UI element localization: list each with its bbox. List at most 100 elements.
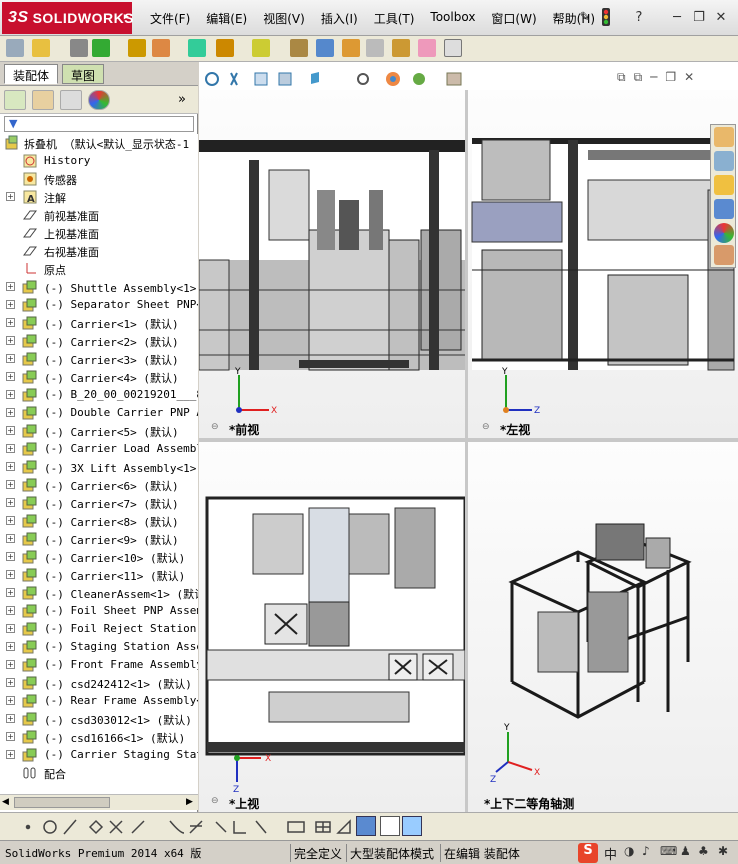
ime-language[interactable]: 中 [604, 844, 617, 863]
tree-item[interactable]: + (-) Carrier<10> (默认) [0, 548, 198, 566]
bill-of-materials-icon[interactable] [366, 39, 384, 57]
expand-icon[interactable]: + [6, 714, 15, 723]
expand-icon[interactable]: + [6, 660, 15, 669]
assembly-features-icon[interactable] [290, 39, 308, 57]
menu-item-4[interactable]: 工具(T) [366, 8, 423, 29]
tree-item[interactable]: 传感器 [0, 170, 198, 188]
menu-item-7[interactable]: 帮助(H) [545, 8, 603, 29]
move-component-icon[interactable] [216, 39, 234, 57]
viewport-splitter-horizontal[interactable] [199, 438, 738, 442]
expand-more-icon[interactable]: » [178, 92, 186, 107]
tree-item[interactable]: + (-) Shuttle Assembly<1> (默 [0, 278, 198, 296]
tree-item[interactable]: + (-) Carrier<4> (默认) [0, 368, 198, 386]
tab-assembly[interactable]: 装配体 [4, 64, 59, 84]
menu-item-2[interactable]: 视图(V) [255, 8, 313, 29]
menu-item-3[interactable]: 插入(I) [313, 8, 366, 29]
expand-icon[interactable]: + [6, 408, 15, 417]
view-shaded-icon[interactable] [356, 816, 376, 836]
tree-item[interactable]: + (-) Separator Sheet PNP<1> [0, 296, 198, 314]
appearances-icon[interactable] [714, 223, 734, 243]
tree-item[interactable]: 上视基准面 [0, 224, 198, 242]
graphics-area[interactable]: ⧉ ⧉ ─ ❐ ✕ Y X ⊖ *前视 Y Z ⊖ *左视 X Z ⊖ *上视 … [199, 62, 738, 812]
expand-icon[interactable]: + [6, 480, 15, 489]
pin-icon[interactable]: ✎ [576, 8, 594, 26]
instant3d-icon[interactable] [444, 39, 462, 57]
tree-item[interactable]: + (-) Rear Frame Assembly<1> [0, 692, 198, 710]
viewport-splitter-vertical[interactable] [465, 90, 468, 812]
tree-item[interactable]: + (-) Carrier<11> (默认) [0, 566, 198, 584]
design-library-icon[interactable] [714, 151, 734, 171]
expand-icon[interactable]: + [6, 336, 15, 345]
view-four-icon[interactable] [402, 816, 422, 836]
tree-item[interactable]: 右视基准面 [0, 242, 198, 260]
tree-item[interactable]: + (-) Foil Reject Station As [0, 620, 198, 638]
tree-item[interactable]: + (-) Carrier Staging Statio [0, 746, 198, 764]
tree-item[interactable]: + (-) csd303012<1> (默认) [0, 710, 198, 728]
tree-horizontal-scrollbar[interactable]: ◀ ▶ [0, 794, 198, 810]
viewport-left[interactable]: Y Z ⊖ *左视 [468, 90, 738, 438]
smart-fasteners-icon[interactable] [188, 39, 206, 57]
expand-icon[interactable]: + [6, 516, 15, 525]
tree-item[interactable]: + A 注解 [0, 188, 198, 206]
tree-item[interactable]: + (-) csd16166<1> (默认) [0, 728, 198, 746]
mate-icon[interactable] [128, 39, 146, 57]
filter-icon[interactable]: ▼ [9, 117, 17, 130]
solidworks-logo[interactable]: 3S SOLIDWORKS ▸ [2, 2, 134, 34]
tree-item[interactable]: + (-) Front Frame Assembly<1 [0, 656, 198, 674]
help-icon[interactable]: ? [630, 8, 648, 26]
expand-icon[interactable]: + [6, 462, 15, 471]
open-icon[interactable] [32, 39, 50, 57]
tree-item[interactable]: 前视基准面 [0, 206, 198, 224]
link-views-icon[interactable]: ⧉ [617, 70, 626, 88]
tree-item[interactable]: + (-) Carrier Load Assembly [0, 440, 198, 458]
expand-icon[interactable]: + [6, 588, 15, 597]
expand-icon[interactable]: + [6, 444, 15, 453]
tree-item[interactable]: + (-) Carrier<8> (默认) [0, 512, 198, 530]
tree-item[interactable]: + (-) Foil Sheet PNP Assembl [0, 602, 198, 620]
expand-icon[interactable]: + [6, 696, 15, 705]
expand-icon[interactable]: + [6, 318, 15, 327]
linear-pattern-icon[interactable] [152, 39, 170, 57]
expand-icon[interactable]: + [6, 300, 15, 309]
restore-button[interactable]: ❐ [690, 8, 708, 26]
custom-properties-icon[interactable] [714, 245, 734, 265]
ime-voice-icon[interactable]: ♪ [642, 844, 650, 858]
ime-punct-icon[interactable]: ◑ [624, 844, 634, 858]
explode-line-sketch-icon[interactable] [418, 39, 436, 57]
expand-icon[interactable]: + [6, 624, 15, 633]
ime-clothes-icon[interactable]: ♣ [698, 844, 709, 858]
minimize-button[interactable]: ─ [668, 8, 686, 26]
expand-icon[interactable]: + [6, 390, 15, 399]
tree-item[interactable]: + (-) Carrier<9> (默认) [0, 530, 198, 548]
filter-box[interactable]: ▼ [4, 116, 194, 132]
expand-icon[interactable]: + [6, 642, 15, 651]
edit-component-icon[interactable] [70, 39, 88, 57]
new-motion-study-icon[interactable] [342, 39, 360, 57]
expand-icon[interactable]: + [6, 750, 15, 759]
tree-item[interactable]: + (-) Carrier<2> (默认) [0, 332, 198, 350]
tab-sketch[interactable]: 草图 [62, 64, 105, 84]
menu-item-5[interactable]: Toolbox [422, 8, 483, 29]
link-views2-icon[interactable]: ⧉ [634, 70, 643, 88]
view-single-icon[interactable] [380, 816, 400, 836]
show-hidden-icon[interactable] [252, 39, 270, 57]
tree-item[interactable]: + (-) B_20_00_00219201___850 [0, 386, 198, 404]
ime-tools-icon[interactable]: ✱ [718, 844, 728, 858]
menu-item-0[interactable]: 文件(F) [142, 8, 198, 29]
viewport-front[interactable]: Y X ⊖ *前视 [199, 90, 465, 438]
traffic-light-icon[interactable] [600, 8, 612, 26]
tree-item[interactable]: + (-) csd242412<1> (默认) [0, 674, 198, 692]
file-explorer-icon[interactable] [714, 175, 734, 195]
tree-item[interactable]: + (-) Carrier<6> (默认) [0, 476, 198, 494]
expand-icon[interactable]: + [6, 732, 15, 741]
tree-item[interactable]: History [0, 152, 198, 170]
ime-keyboard-icon[interactable]: ⌨ [660, 844, 677, 858]
viewport-restore-button[interactable]: ❐ [665, 70, 676, 88]
tree-item[interactable]: + (-) Staging Station Assemb [0, 638, 198, 656]
close-button[interactable]: ✕ [712, 8, 730, 26]
exploded-view-icon[interactable] [392, 39, 410, 57]
tree-item[interactable]: + (-) Double Carrier PNP As [0, 404, 198, 422]
viewport-iso[interactable]: Y X Z *上下二等角轴测 [468, 442, 738, 812]
viewport-link-icon[interactable]: ⊖ [211, 422, 219, 432]
menu-item-1[interactable]: 编辑(E) [198, 8, 255, 29]
